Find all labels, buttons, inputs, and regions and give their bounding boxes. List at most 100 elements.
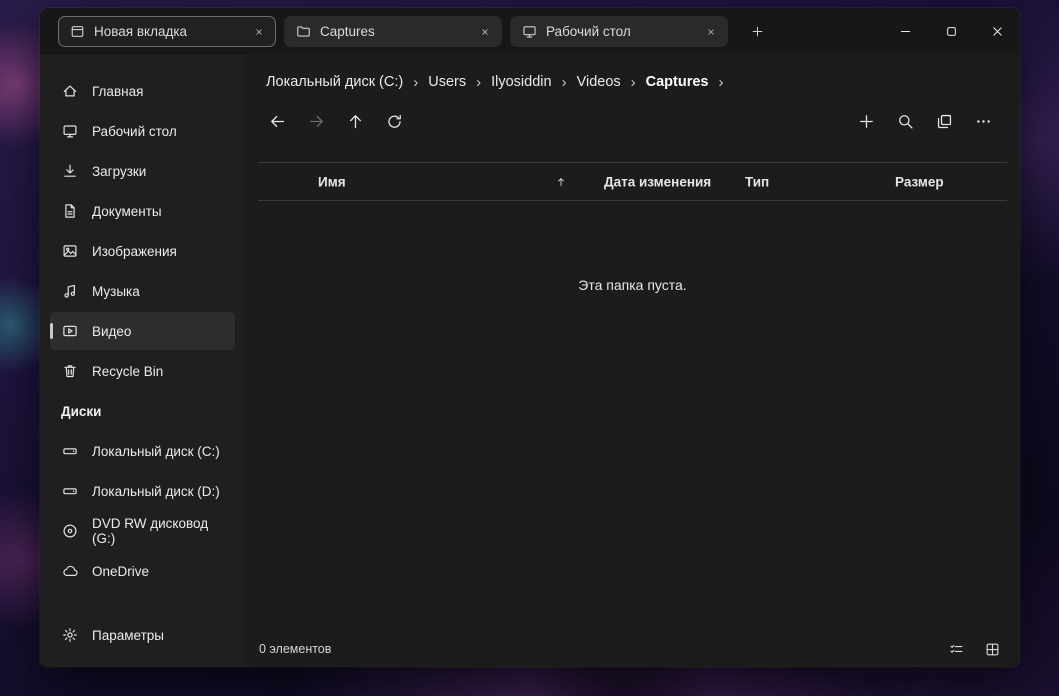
tab-label: Рабочий стол (546, 24, 631, 39)
plus-icon (858, 113, 875, 130)
forward-button[interactable] (298, 104, 334, 138)
video-icon (61, 322, 79, 340)
breadcrumb-chevron-icon[interactable]: › (711, 74, 732, 91)
sidebar-item-label: Главная (92, 83, 144, 99)
tab-close-button[interactable] (699, 20, 723, 44)
maximize-button[interactable] (928, 8, 974, 54)
sidebar-item-label: Музыка (92, 283, 140, 299)
monitor-icon (522, 24, 537, 39)
search-button[interactable] (887, 104, 923, 138)
file-explorer-window: Новая вкладка Captures Рабочий стол Глав… (40, 8, 1020, 667)
refresh-icon (386, 113, 403, 130)
sidebar-item-label: Recycle Bin (92, 363, 164, 379)
sidebar-item-onedrive[interactable]: OneDrive (50, 552, 235, 590)
tab-page-icon (70, 24, 85, 39)
close-icon (254, 27, 264, 37)
more-icon (975, 113, 992, 130)
minimize-button[interactable] (882, 8, 928, 54)
thumbnails-view-icon (985, 642, 1000, 657)
file-list-area[interactable]: Эта папка пуста. (245, 201, 1020, 631)
sidebar-item-label: Локальный диск (C:) (92, 443, 220, 459)
details-view-icon (949, 642, 964, 657)
image-icon (61, 242, 79, 260)
column-header-size[interactable]: Размер (895, 174, 944, 189)
sidebar-item-drive-d[interactable]: Локальный диск (D:) (50, 472, 235, 510)
column-header-type[interactable]: Тип (745, 174, 769, 189)
column-header-name[interactable]: Имя (318, 174, 346, 189)
column-header-date-modified[interactable]: Дата изменения (604, 174, 711, 189)
details-view-button[interactable] (938, 634, 974, 664)
tab-desktop[interactable]: Рабочий стол (510, 16, 728, 47)
breadcrumb-chevron-icon[interactable]: › (468, 74, 489, 91)
sidebar-item-label: OneDrive (92, 563, 150, 579)
sidebar-item-label: Документы (92, 203, 162, 219)
toolbar-right-group (848, 104, 1004, 138)
drive-icon (61, 442, 79, 460)
up-button[interactable] (337, 104, 373, 138)
sidebar-item-label: DVD RW дисковод (G:) (92, 516, 209, 546)
breadcrumb-segment-current[interactable]: Captures (644, 72, 711, 92)
items-count: 0 элементов (259, 642, 332, 656)
sidebar-item-settings[interactable]: Параметры (50, 616, 235, 654)
window-controls (882, 8, 1020, 54)
breadcrumb-chevron-icon[interactable]: › (405, 74, 426, 91)
sidebar-item-label: Параметры (92, 627, 164, 643)
refresh-button[interactable] (376, 104, 412, 138)
breadcrumb-chevron-icon[interactable]: › (554, 74, 575, 91)
tab-label: Новая вкладка (94, 24, 188, 39)
up-icon (347, 113, 364, 130)
tab-captures[interactable]: Captures (284, 16, 502, 47)
search-icon (897, 113, 914, 130)
breadcrumb-segment[interactable]: Ilyosiddin (489, 72, 553, 92)
close-icon (706, 27, 716, 37)
tab-close-button[interactable] (473, 20, 497, 44)
sidebar-item-desktop[interactable]: Рабочий стол (50, 112, 235, 150)
sidebar-item-home[interactable]: Главная (50, 72, 235, 110)
sidebar-item-downloads[interactable]: Загрузки (50, 152, 235, 190)
breadcrumb: Локальный диск (C:) › Users › Ilyosiddin… (245, 55, 1020, 101)
tab-new-tab[interactable]: Новая вкладка (58, 16, 276, 47)
gear-icon (61, 626, 79, 644)
sidebar-item-label: Видео (92, 323, 132, 339)
breadcrumb-segment[interactable]: Videos (575, 72, 623, 92)
close-icon (992, 26, 1003, 37)
sidebar-item-documents[interactable]: Документы (50, 192, 235, 230)
view-toggle-group (938, 634, 1010, 664)
sidebar-item-label: Локальный диск (D:) (92, 483, 220, 499)
sort-ascending-icon (555, 176, 567, 188)
close-button[interactable] (974, 8, 1020, 54)
maximize-icon (946, 26, 957, 37)
sidebar-item-recycle-bin[interactable]: Recycle Bin (50, 352, 235, 390)
plus-icon (751, 25, 764, 38)
new-item-button[interactable] (848, 104, 884, 138)
file-list-header: Имя Дата изменения Тип Размер (258, 162, 1007, 201)
sidebar-item-label: Изображения (92, 243, 177, 259)
document-icon (61, 202, 79, 220)
tab-close-button[interactable] (247, 20, 271, 44)
sidebar-item-pictures[interactable]: Изображения (50, 232, 235, 270)
minimize-icon (900, 26, 911, 37)
selection-indicator (50, 323, 53, 339)
sidebar-item-videos[interactable]: Видео (50, 312, 235, 350)
breadcrumb-segment[interactable]: Локальный диск (C:) (264, 72, 405, 92)
tab-strip: Новая вкладка Captures Рабочий стол (40, 8, 1020, 55)
thumbnails-view-button[interactable] (974, 634, 1010, 664)
forward-icon (308, 113, 325, 130)
cloud-icon (61, 562, 79, 580)
navigation-toolbar (245, 101, 1020, 141)
back-button[interactable] (259, 104, 295, 138)
drive-icon (61, 482, 79, 500)
sidebar-item-drive-c[interactable]: Локальный диск (C:) (50, 432, 235, 470)
home-icon (61, 82, 79, 100)
sidebar-item-dvd-drive-g[interactable]: DVD RW дисковод (G:) (50, 512, 235, 550)
navigation-sidebar: Главная Рабочий стол Загрузки Документы (40, 55, 245, 667)
new-tab-button[interactable] (740, 15, 774, 49)
sidebar-item-music[interactable]: Музыка (50, 272, 235, 310)
trash-icon (61, 362, 79, 380)
breadcrumb-chevron-icon[interactable]: › (623, 74, 644, 91)
more-button[interactable] (965, 104, 1001, 138)
breadcrumb-segment[interactable]: Users (426, 72, 468, 92)
copy-view-button[interactable] (926, 104, 962, 138)
close-icon (480, 27, 490, 37)
